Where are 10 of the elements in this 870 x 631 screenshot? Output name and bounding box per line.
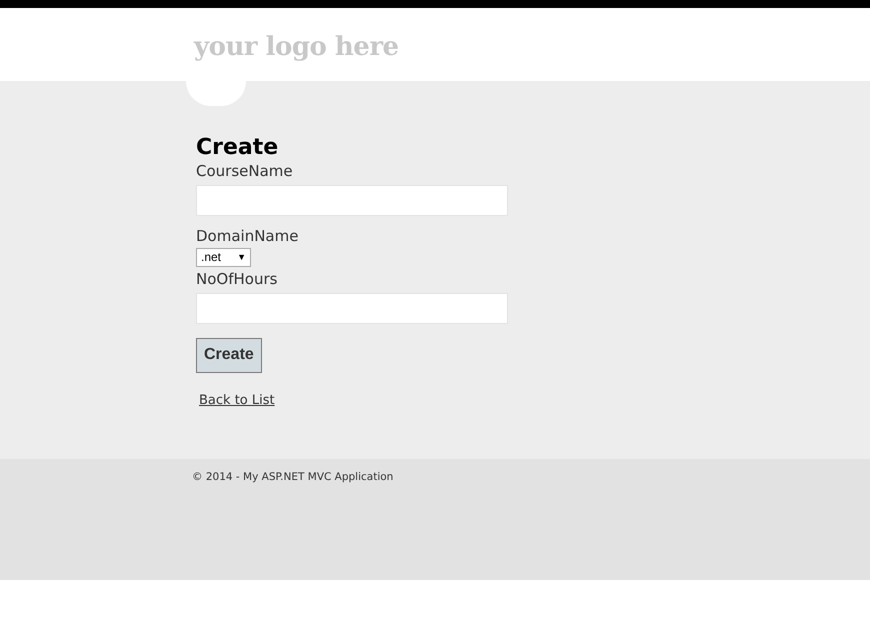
dropdown[interactable]: .net ▼: [196, 248, 251, 266]
footer-text: © 2014 - My ASP.NET MVC Application: [191, 470, 394, 483]
form-title: Create: [196, 135, 280, 161]
create-button[interactable]: Create: [196, 338, 262, 372]
field-label: NoOfHours: [196, 268, 278, 288]
input-field[interactable]: [196, 185, 508, 216]
field-label: DomainName: [196, 226, 300, 246]
back-link[interactable]: Back to List: [199, 392, 275, 408]
input-field[interactable]: [196, 292, 508, 324]
field-label: CourseName: [196, 161, 294, 181]
